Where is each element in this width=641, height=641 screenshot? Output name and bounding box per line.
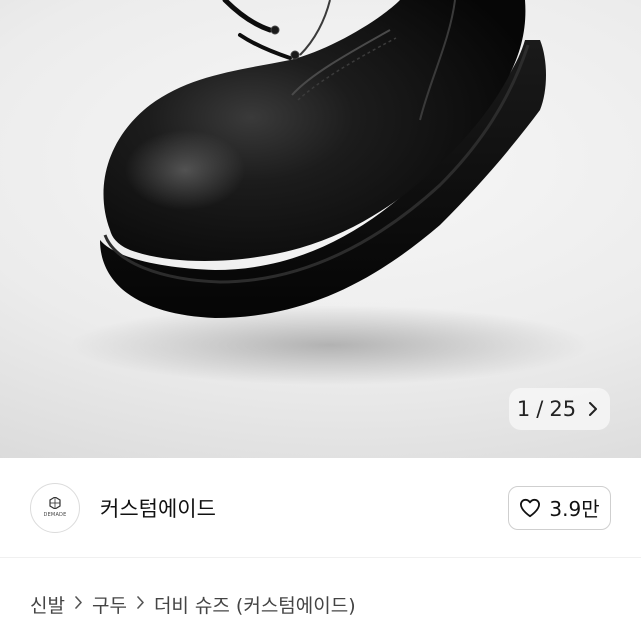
- like-button[interactable]: 3.9만: [508, 485, 611, 530]
- chevron-right-icon: [74, 594, 83, 614]
- brand-logo-icon: [49, 497, 61, 509]
- seller-avatar[interactable]: DEMADE: [30, 482, 80, 533]
- seller-row: DEMADE 커스텀에이드 3.9만: [0, 458, 641, 558]
- chevron-right-icon[interactable]: [588, 402, 602, 416]
- image-pager[interactable]: 1 / 25: [509, 388, 610, 430]
- image-index-current: 1: [516, 397, 531, 421]
- breadcrumb: 신발 구두 더비 슈즈 (커스텀에이드): [30, 588, 356, 620]
- image-index-total: 25: [549, 397, 577, 421]
- seller-name[interactable]: 커스텀에이드: [100, 493, 216, 523]
- product-image-gallery[interactable]: 1 / 25: [0, 0, 641, 458]
- like-count: 3.9만: [549, 497, 600, 521]
- breadcrumb-item-shoes[interactable]: 신발: [30, 591, 65, 618]
- heart-outline-icon: [520, 498, 541, 517]
- image-index-separator: /: [536, 397, 544, 421]
- chevron-right-icon: [136, 594, 145, 614]
- breadcrumb-item-dress-shoes[interactable]: 구두: [92, 591, 127, 618]
- breadcrumb-item-derby-shoes[interactable]: 더비 슈즈 (커스텀에이드): [154, 591, 356, 618]
- avatar-brand-text: DEMADE: [43, 512, 67, 518]
